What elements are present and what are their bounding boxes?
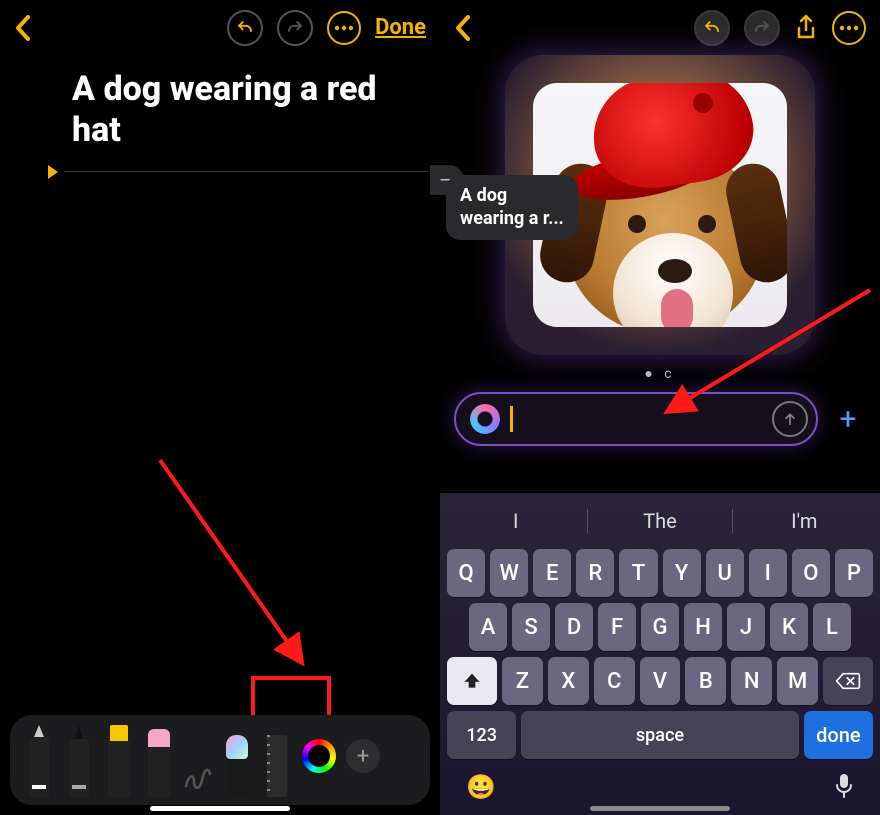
undo-button[interactable] <box>694 10 730 46</box>
screenshot-left: Done A dog wearing a red hat + <box>0 0 440 815</box>
key-a[interactable]: A <box>469 603 507 651</box>
key-w[interactable]: W <box>490 549 528 597</box>
tool-eraser[interactable] <box>144 735 174 797</box>
navbar <box>440 0 880 55</box>
key-v[interactable]: V <box>640 657 681 705</box>
send-button[interactable] <box>772 401 808 437</box>
tool-image-wand[interactable] <box>222 735 252 797</box>
navbar: Done <box>0 0 440 55</box>
prompt-caption[interactable]: A dogwearing a r... <box>446 175 578 240</box>
tool-highlighter[interactable] <box>104 735 134 797</box>
key-x[interactable]: X <box>548 657 589 705</box>
text-cursor <box>510 406 513 432</box>
add-tool-button[interactable]: + <box>346 739 380 773</box>
key-e[interactable]: E <box>533 549 571 597</box>
suggestion-bar: I The I'm <box>444 499 876 543</box>
intelligence-icon <box>470 404 500 434</box>
suggestion[interactable]: The <box>588 509 731 533</box>
key-m[interactable]: M <box>777 657 818 705</box>
keyboard: I The I'm QWERTYUIOP ASDFGHJKL ZXCVBNM 1… <box>440 493 880 815</box>
key-d[interactable]: D <box>555 603 593 651</box>
redo-button[interactable] <box>277 10 313 46</box>
shift-key[interactable] <box>447 657 497 705</box>
more-icon[interactable] <box>832 11 866 45</box>
key-j[interactable]: J <box>727 603 765 651</box>
share-icon[interactable] <box>794 14 818 42</box>
tool-ruler[interactable] <box>262 735 292 797</box>
key-l[interactable]: L <box>813 603 851 651</box>
color-picker-icon[interactable] <box>302 739 336 773</box>
page-indicator[interactable]: ● c <box>440 365 880 382</box>
key-r[interactable]: R <box>576 549 614 597</box>
done-button[interactable]: Done <box>375 15 426 40</box>
key-u[interactable]: U <box>706 549 744 597</box>
key-s[interactable]: S <box>512 603 550 651</box>
key-o[interactable]: O <box>792 549 830 597</box>
dictation-key[interactable] <box>834 773 854 805</box>
redo-button[interactable] <box>744 10 780 46</box>
key-row-2: ASDFGHJKL <box>447 603 873 651</box>
tool-pencil[interactable] <box>64 735 94 797</box>
key-y[interactable]: Y <box>663 549 701 597</box>
key-row-1: QWERTYUIOP <box>447 549 873 597</box>
key-n[interactable]: N <box>731 657 772 705</box>
key-k[interactable]: K <box>770 603 808 651</box>
key-row-3: ZXCVBNM <box>447 657 873 705</box>
space-key[interactable]: space <box>521 711 798 759</box>
backspace-key[interactable] <box>823 657 873 705</box>
key-b[interactable]: B <box>685 657 726 705</box>
key-q[interactable]: Q <box>447 549 485 597</box>
home-indicator[interactable] <box>150 806 290 811</box>
more-icon[interactable] <box>327 11 361 45</box>
add-button[interactable]: + <box>830 401 866 437</box>
tool-scribble[interactable] <box>184 747 212 797</box>
key-t[interactable]: T <box>619 549 657 597</box>
key-p[interactable]: P <box>835 549 873 597</box>
back-icon[interactable] <box>14 15 32 41</box>
key-h[interactable]: H <box>684 603 722 651</box>
key-f[interactable]: F <box>598 603 636 651</box>
done-key[interactable]: done <box>804 711 873 759</box>
prompt-row: + <box>454 392 866 446</box>
key-row-4: 123 space done <box>447 711 873 759</box>
back-icon[interactable] <box>454 15 472 41</box>
tool-pen[interactable] <box>24 735 54 797</box>
suggestion[interactable]: I <box>444 509 587 533</box>
numbers-key[interactable]: 123 <box>447 711 516 759</box>
key-c[interactable]: C <box>594 657 635 705</box>
screenshot-right: — A dogwearing a r... ● c + I The I'm QW… <box>440 0 880 815</box>
key-g[interactable]: G <box>641 603 679 651</box>
key-z[interactable]: Z <box>502 657 543 705</box>
prompt-input[interactable] <box>454 392 818 446</box>
emoji-key[interactable]: 😀 <box>466 773 496 805</box>
undo-button[interactable] <box>227 10 263 46</box>
note-text[interactable]: A dog wearing a red hat <box>0 55 440 165</box>
annotation-arrow <box>150 450 330 694</box>
markup-toolbar: + <box>10 715 430 805</box>
key-i[interactable]: I <box>749 549 787 597</box>
home-indicator[interactable] <box>590 806 730 811</box>
suggestion[interactable]: I'm <box>733 509 876 533</box>
caret-icon[interactable] <box>48 165 58 179</box>
note-divider <box>0 165 440 179</box>
